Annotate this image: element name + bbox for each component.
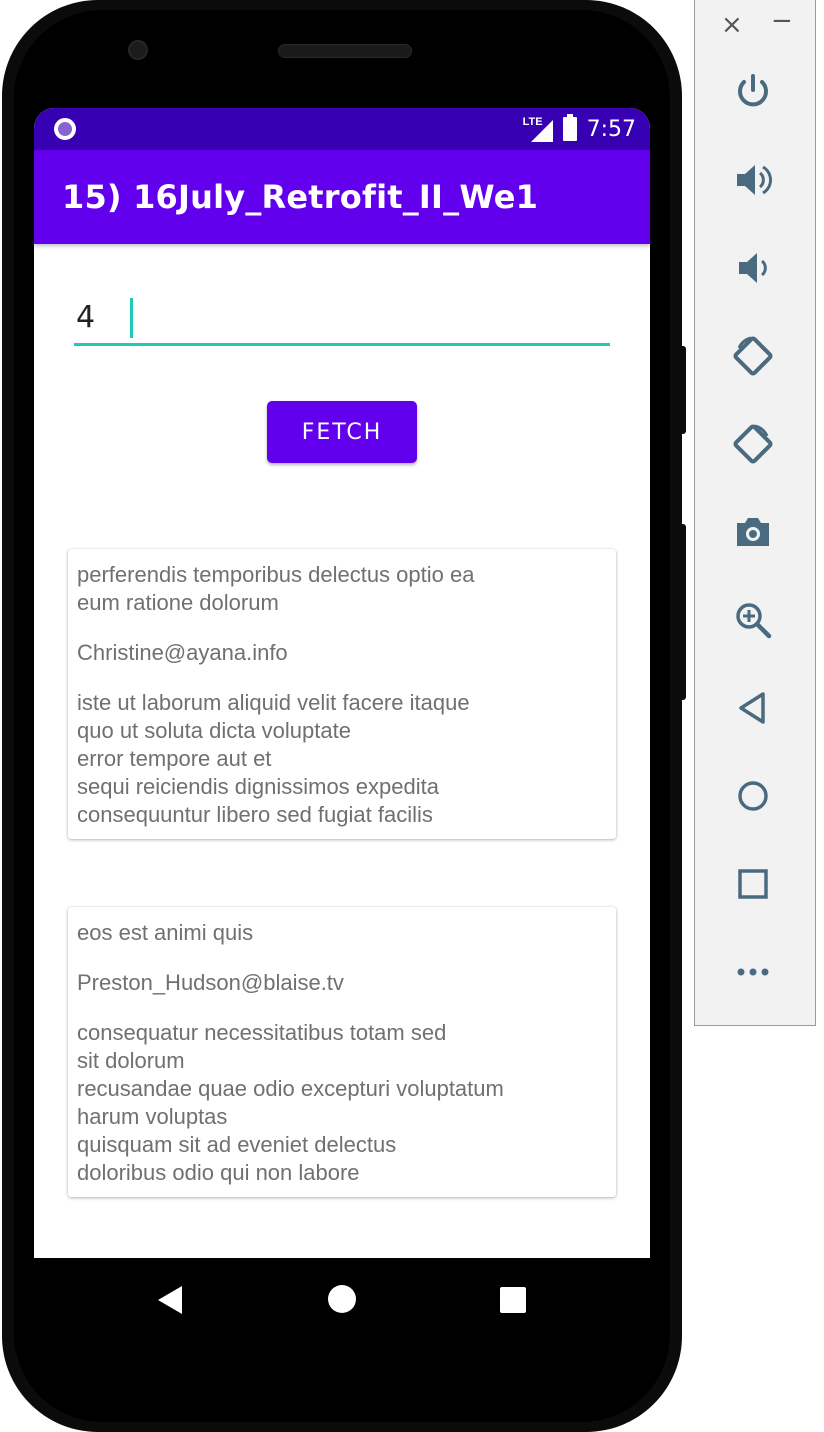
close-icon[interactable]: × xyxy=(721,10,743,40)
minimize-icon[interactable]: − xyxy=(771,6,793,36)
emulator-window: LTE 7:57 15) 16July_Retrofit_II_We1 4 FE… xyxy=(0,0,824,1432)
app-toolbar: 15) 16July_Retrofit_II_We1 xyxy=(34,150,650,244)
nav-back-icon[interactable] xyxy=(158,1286,182,1314)
status-indicators: LTE 7:57 xyxy=(523,114,636,144)
comment-email: Preston_Hudson@blaise.tv xyxy=(77,970,344,995)
battery-icon xyxy=(562,114,577,141)
status-time: 7:57 xyxy=(586,116,636,142)
notification-icon xyxy=(54,118,76,140)
app-title: 15) 16July_Retrofit_II_We1 xyxy=(62,178,539,216)
comment-body: consequatur necessitatibus totam sed sit… xyxy=(77,1020,504,1185)
text-cursor xyxy=(130,298,133,338)
input-underline xyxy=(74,343,610,346)
comment-card: perferendis temporibus delectus optio ea… xyxy=(68,549,616,839)
navigation-bar xyxy=(34,1258,650,1340)
comment-name: eos est animi quis xyxy=(77,920,254,945)
earpiece-speaker xyxy=(278,44,412,58)
emulator-toolbar: × − xyxy=(694,0,816,1026)
rotate-right-icon[interactable] xyxy=(731,422,775,466)
signal-strength-icon xyxy=(530,120,553,142)
more-icon[interactable] xyxy=(731,950,775,994)
nav-home-icon[interactable] xyxy=(328,1285,356,1313)
comment-email: Christine@ayana.info xyxy=(77,640,288,665)
comment-body: iste ut laborum aliquid velit facere ita… xyxy=(77,690,470,827)
home-icon[interactable] xyxy=(731,774,775,818)
overview-icon[interactable] xyxy=(731,862,775,906)
volume-up-icon[interactable] xyxy=(731,158,775,202)
rotate-left-icon[interactable] xyxy=(731,334,775,378)
power-icon[interactable] xyxy=(731,70,775,114)
volume-down-icon[interactable] xyxy=(731,246,775,290)
device-screen: LTE 7:57 15) 16July_Retrofit_II_We1 4 FE… xyxy=(34,108,650,1258)
comment-card: eos est animi quis Preston_Hudson@blaise… xyxy=(68,907,616,1197)
hardware-power-button[interactable] xyxy=(678,346,686,434)
back-icon[interactable] xyxy=(731,686,775,730)
status-bar: LTE 7:57 xyxy=(34,108,650,150)
comment-name: perferendis temporibus delectus optio ea… xyxy=(77,562,475,615)
zoom-icon[interactable] xyxy=(731,598,775,642)
post-id-input[interactable]: 4 xyxy=(74,296,610,346)
front-camera xyxy=(128,40,148,60)
post-id-input-value: 4 xyxy=(76,300,96,335)
nav-recents-icon[interactable] xyxy=(500,1287,526,1313)
hardware-volume-button[interactable] xyxy=(678,524,686,700)
camera-icon[interactable] xyxy=(731,510,775,554)
lte-signal-icon: LTE xyxy=(523,116,553,142)
fetch-button[interactable]: FETCH xyxy=(267,401,417,463)
